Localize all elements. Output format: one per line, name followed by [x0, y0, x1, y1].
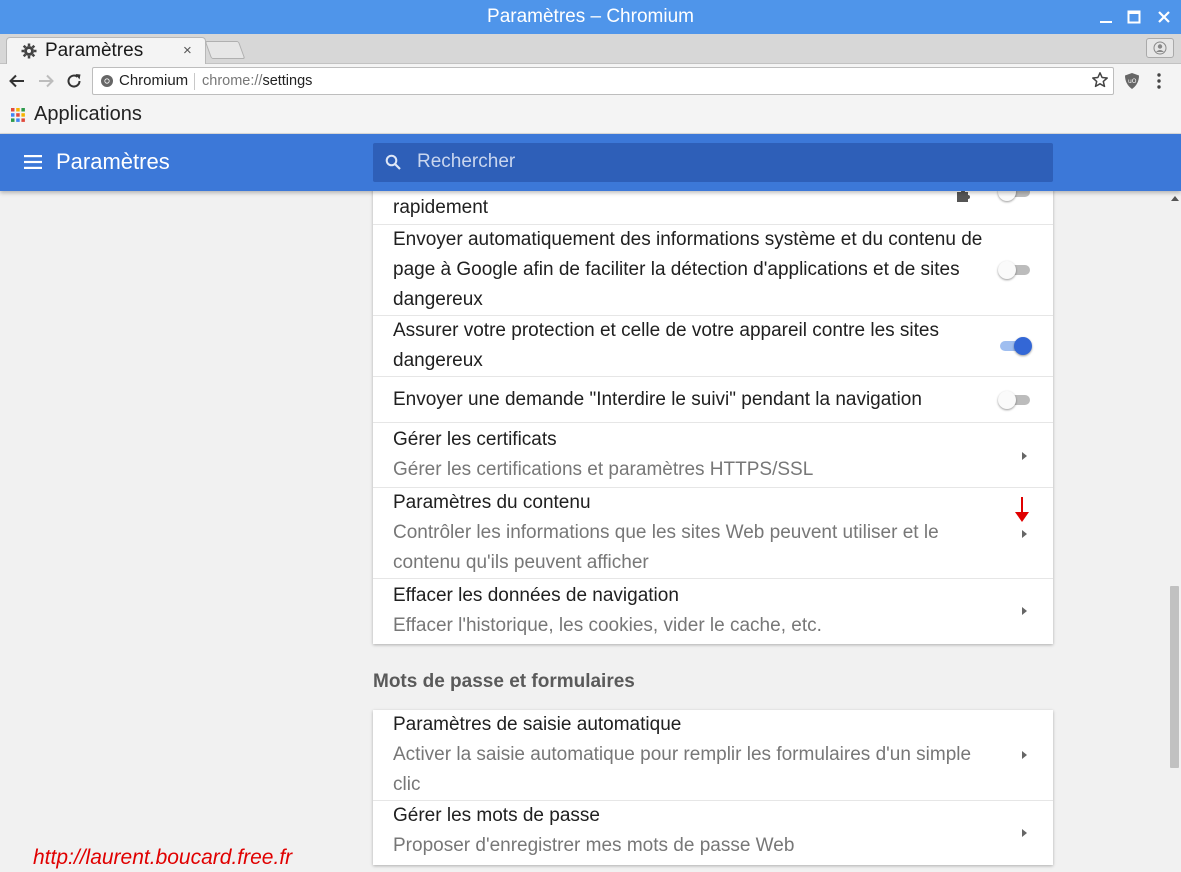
- reload-icon: [67, 74, 81, 88]
- passwords-row-autofill[interactable]: Paramètres de saisie automatique Activer…: [373, 710, 1053, 801]
- window-title: Paramètres – Chromium: [487, 6, 694, 27]
- chevron-right-icon: [1022, 530, 1027, 538]
- profile-icon: [1153, 41, 1167, 55]
- back-icon: [9, 74, 24, 88]
- url-scheme: chrome://: [202, 73, 263, 89]
- back-button[interactable]: [6, 70, 28, 92]
- star-icon: [1092, 72, 1108, 88]
- tab-strip: Paramètres ×: [0, 34, 1181, 64]
- watermark-url: http://laurent.boucard.free.fr: [33, 846, 293, 869]
- toggle-send-system-info[interactable]: [998, 261, 1032, 279]
- address-bar[interactable]: Chromium chrome://settings: [92, 67, 1114, 95]
- row-label: Envoyer une demande "Interdire le suivi"…: [393, 389, 922, 410]
- tab-close-button[interactable]: ×: [183, 42, 192, 59]
- row-sublabel: Gérer les certifications et paramètres H…: [393, 459, 814, 480]
- chromium-page-icon: [100, 74, 114, 93]
- passwords-card: Paramètres de saisie automatique Activer…: [373, 710, 1053, 865]
- privacy-row-prediction[interactable]: rapidement: [373, 191, 1053, 225]
- privacy-card: rapidement Envoyer automatiquement des i…: [373, 191, 1053, 644]
- minimize-icon: [1100, 21, 1112, 23]
- browser-toolbar: Chromium chrome://settings uO: [0, 64, 1181, 98]
- toggle-safe-browsing[interactable]: [998, 337, 1032, 355]
- privacy-row-certificates[interactable]: Gérer les certificats Gérer les certific…: [373, 423, 1053, 488]
- toggle-knob: [998, 261, 1016, 279]
- row-label: Envoyer automatiquement des informations…: [393, 229, 983, 310]
- row-label: rapidement: [393, 197, 489, 218]
- row-sublabel: Effacer l'historique, les cookies, vider…: [393, 615, 822, 636]
- row-label: Assurer votre protection et celle de vot…: [393, 320, 939, 371]
- toggle-prediction[interactable]: [998, 191, 1032, 201]
- svg-text:uO: uO: [1128, 78, 1137, 85]
- toggle-knob: [998, 191, 1016, 201]
- red-down-arrow: [1015, 497, 1029, 522]
- profile-button[interactable]: [1146, 38, 1174, 58]
- row-label: Gérer les mots de passe: [393, 805, 600, 826]
- url-path: settings: [262, 73, 313, 89]
- search-icon: [385, 154, 402, 176]
- maximize-button[interactable]: [1121, 4, 1147, 30]
- chevron-right-icon: [1022, 607, 1027, 615]
- privacy-row-clear-browsing-data[interactable]: Effacer les données de navigation Efface…: [373, 579, 1053, 644]
- passwords-row-manage-passwords[interactable]: Gérer les mots de passe Proposer d'enreg…: [373, 801, 1053, 865]
- bookmarks-bar: Applications: [0, 98, 1181, 134]
- privacy-row-content-settings[interactable]: Paramètres du contenu Contrôler les info…: [373, 488, 1053, 579]
- settings-search-box[interactable]: [373, 143, 1053, 182]
- search-input[interactable]: [417, 150, 1017, 174]
- privacy-row-safe-browsing[interactable]: Assurer votre protection et celle de vot…: [373, 316, 1053, 377]
- url-text[interactable]: chrome://settings: [202, 73, 312, 89]
- tab-settings[interactable]: Paramètres ×: [6, 37, 206, 64]
- tab-title: Paramètres: [45, 40, 144, 61]
- ublock-icon: uO: [1125, 73, 1139, 89]
- privacy-row-send-system-info[interactable]: Envoyer automatiquement des informations…: [373, 225, 1053, 316]
- window-title-bar: Paramètres – Chromium: [0, 0, 1181, 34]
- browser-menu-button[interactable]: [1156, 72, 1162, 95]
- hamburger-icon[interactable]: [24, 155, 42, 174]
- toggle-knob: [998, 391, 1016, 409]
- row-sublabel: Proposer d'enregistrer mes mots de passe…: [393, 835, 795, 856]
- privacy-row-do-not-track[interactable]: Envoyer une demande "Interdire le suivi"…: [373, 377, 1053, 423]
- scroll-thumb[interactable]: [1170, 586, 1179, 768]
- chevron-right-icon: [1022, 829, 1027, 837]
- forward-button[interactable]: [35, 70, 57, 92]
- gear-icon: [21, 43, 37, 64]
- close-window-button[interactable]: [1151, 4, 1177, 30]
- row-label: Effacer les données de navigation: [393, 585, 679, 606]
- apps-grid-icon[interactable]: [11, 108, 25, 127]
- maximize-icon: [1127, 10, 1141, 24]
- toggle-knob: [1014, 337, 1032, 355]
- scroll-up-arrow-icon[interactable]: [1171, 195, 1179, 201]
- omnibox-separator: [194, 73, 195, 90]
- close-icon: [1158, 11, 1170, 23]
- row-label: Paramètres de saisie automatique: [393, 714, 682, 735]
- settings-header: Paramètres: [0, 134, 1181, 191]
- minimize-button[interactable]: [1093, 4, 1119, 30]
- row-label: Gérer les certificats: [393, 429, 557, 450]
- site-chip: Chromium: [119, 72, 189, 89]
- page-title: Paramètres: [56, 149, 170, 174]
- bookmark-star-button[interactable]: [1091, 71, 1109, 94]
- chevron-right-icon: [1022, 452, 1027, 460]
- chevron-right-icon: [1022, 751, 1027, 759]
- row-label: Paramètres du contenu: [393, 492, 591, 513]
- settings-content: rapidement Envoyer automatiquement des i…: [0, 191, 1168, 872]
- toggle-do-not-track[interactable]: [998, 391, 1032, 409]
- row-sublabel: Contrôler les informations que les sites…: [393, 522, 939, 573]
- apps-bookmark-label[interactable]: Applications: [34, 103, 142, 126]
- reload-button[interactable]: [63, 70, 85, 92]
- ublock-extension-button[interactable]: uO: [1124, 72, 1140, 95]
- row-sublabel: Activer la saisie automatique pour rempl…: [393, 744, 972, 795]
- page-scrollbar[interactable]: [1168, 191, 1181, 872]
- section-title-passwords: Mots de passe et formulaires: [373, 671, 635, 692]
- new-tab-button[interactable]: [204, 41, 246, 59]
- puzzle-icon: [954, 191, 972, 210]
- kebab-menu-icon: [1157, 73, 1161, 89]
- forward-icon: [39, 74, 54, 88]
